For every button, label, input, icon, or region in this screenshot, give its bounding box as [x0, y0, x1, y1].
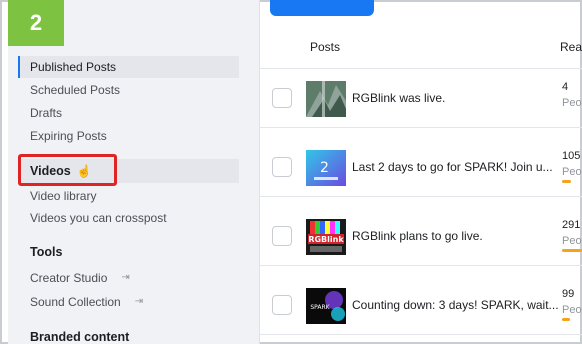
sidebar-item-creator-studio[interactable]: Creator Studio ⇥	[18, 267, 239, 289]
svg-text:2: 2	[320, 160, 329, 176]
post-title[interactable]: RGBlink was live.	[352, 91, 445, 105]
table-row[interactable]: RGBlink was live. 4 Peo	[260, 69, 582, 128]
reach-bar	[562, 318, 570, 321]
thumbnail-logo-text: RGBlink	[308, 235, 344, 244]
table-header: Posts Rea	[260, 26, 582, 69]
table-row[interactable]: RGBlink RGBlink plans to go live. 291 Pe…	[260, 207, 582, 266]
row-checkbox[interactable]	[272, 88, 292, 108]
external-link-icon: ⇥	[134, 296, 144, 307]
external-link-icon: ⇥	[121, 272, 130, 283]
sidebar-item-drafts[interactable]: Drafts	[18, 102, 239, 124]
sidebar-item-label: Videos you can crosspost	[30, 211, 167, 225]
sidebar-item-label: Creator Studio	[30, 271, 108, 285]
reach-value: 4	[562, 81, 569, 93]
step-number-badge: 2	[8, 0, 64, 46]
sidebar-item-label: Scheduled Posts	[30, 83, 121, 97]
video-thumbnail[interactable]: RGBlink	[306, 219, 346, 255]
sidebar-section-tools: Tools	[18, 241, 239, 263]
reach-value: 105	[562, 150, 581, 162]
reach-sublabel: Peo	[562, 304, 582, 316]
post-title[interactable]: Last 2 days to go for SPARK! Join u...	[352, 160, 553, 174]
sidebar-item-published-posts[interactable]: Published Posts	[18, 56, 239, 78]
sidebar-item-label: Video library	[30, 189, 97, 203]
column-header-reach[interactable]: Rea	[560, 40, 582, 54]
primary-button[interactable]	[270, 0, 374, 16]
table-row[interactable]: 2 Last 2 days to go for SPARK! Join u...…	[260, 138, 582, 197]
posts-table: Posts Rea RGBlink was live. 4 Peo 2 Last…	[260, 0, 582, 344]
reach-bar	[562, 249, 582, 252]
video-thumbnail[interactable]: 2	[306, 150, 346, 186]
sidebar-item-video-library[interactable]: Video library	[18, 185, 239, 207]
sidebar-item-expiring-posts[interactable]: Expiring Posts	[18, 125, 239, 147]
sidebar-section-branded-content: Branded content	[18, 326, 239, 344]
section-heading: Tools	[30, 245, 63, 259]
sidebar-item-label: Drafts	[30, 106, 63, 120]
highlight-box	[18, 154, 117, 186]
section-heading: Branded content	[30, 330, 130, 344]
table-row[interactable]: SPARK Counting down: 3 days! SPARK, wait…	[260, 276, 582, 335]
thumbnail-logo-text: SPARK	[310, 304, 330, 311]
reach-value: 99	[562, 288, 575, 300]
column-header-posts[interactable]: Posts	[310, 40, 340, 54]
reach-sublabel: Peo	[562, 235, 582, 247]
sidebar-item-sound-collection[interactable]: Sound Collection ⇥	[18, 291, 239, 313]
sidebar-item-scheduled-posts[interactable]: Scheduled Posts	[18, 79, 239, 101]
video-thumbnail[interactable]: SPARK	[306, 288, 346, 324]
sidebar-item-label: Sound Collection	[30, 295, 121, 309]
sidebar-item-label: Expiring Posts	[30, 129, 107, 143]
reach-bar	[562, 180, 571, 183]
row-checkbox[interactable]	[272, 226, 292, 246]
reach-sublabel: Peo	[562, 166, 582, 178]
reach-sublabel: Peo	[562, 97, 582, 109]
video-thumbnail[interactable]	[306, 81, 346, 117]
post-title[interactable]: RGBlink plans to go live.	[352, 229, 483, 243]
reach-value: 291	[562, 219, 581, 231]
sidebar-item-label: Published Posts	[30, 60, 117, 74]
post-title[interactable]: Counting down: 3 days! SPARK, wait...	[352, 298, 559, 312]
row-checkbox[interactable]	[272, 295, 292, 315]
row-checkbox[interactable]	[272, 157, 292, 177]
sidebar-item-videos-crosspost[interactable]: Videos you can crosspost	[18, 207, 239, 229]
